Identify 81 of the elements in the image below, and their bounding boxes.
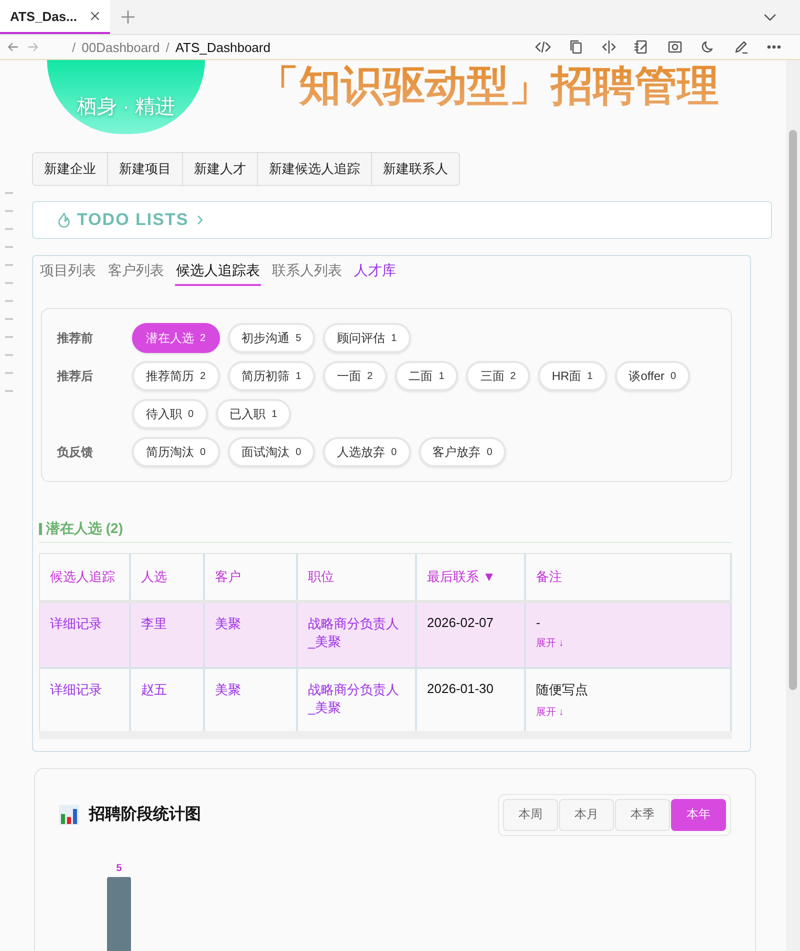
stage-chip[interactable]: 客户放弃 0 bbox=[418, 437, 506, 467]
view-tab[interactable]: 项目列表 bbox=[39, 260, 97, 286]
stage-chip[interactable]: 已入职 1 bbox=[216, 399, 292, 429]
table-cell: 战略商分负责人_美聚 bbox=[308, 682, 399, 714]
outline-mark[interactable] bbox=[5, 390, 13, 392]
table-cell: 2026-01-30 bbox=[427, 680, 494, 696]
group-label: 负反馈 bbox=[57, 444, 94, 461]
chart-title: 招聘阶段统计图 bbox=[89, 804, 201, 825]
code-icon[interactable] bbox=[535, 39, 551, 55]
view-tab[interactable]: 联系人列表 bbox=[271, 260, 343, 286]
outline-mark[interactable] bbox=[5, 210, 13, 212]
pencil-icon[interactable] bbox=[733, 39, 749, 55]
detail-link[interactable]: 详细记录 bbox=[50, 682, 102, 696]
value-label: 5 bbox=[116, 862, 122, 874]
group-label: 推荐后 bbox=[57, 368, 94, 385]
stage-chip[interactable]: 简历初筛 1 bbox=[228, 361, 316, 391]
view-tab[interactable]: 客户列表 bbox=[107, 260, 165, 286]
breadcrumb-separator: / bbox=[166, 40, 170, 54]
outline-mark[interactable] bbox=[5, 192, 13, 194]
stage-chip[interactable]: 简历淘汰 0 bbox=[132, 437, 220, 467]
stage-chip[interactable]: 初步沟通 5 bbox=[228, 323, 316, 353]
breadcrumb-item[interactable]: 00Dashboard bbox=[82, 40, 160, 54]
outline-mark[interactable] bbox=[5, 246, 13, 248]
table-cell: 2026-02-07 bbox=[427, 615, 494, 630]
period-button[interactable]: 本月 bbox=[559, 798, 614, 830]
flame-icon bbox=[57, 212, 71, 228]
stage-chip[interactable]: 谈offer 0 bbox=[614, 361, 690, 391]
stage-chip[interactable]: 推荐简历 2 bbox=[132, 361, 220, 391]
outline-mark[interactable] bbox=[5, 318, 13, 320]
table-cell: 赵五 bbox=[141, 682, 167, 696]
stage-chip[interactable]: 潜在人选 2 bbox=[132, 323, 220, 353]
forward-icon[interactable] bbox=[26, 40, 40, 54]
accent-bar bbox=[39, 523, 42, 535]
view-tab[interactable]: 候选人追踪表 bbox=[175, 260, 261, 286]
section-title: 潜在人选 (2) bbox=[46, 520, 123, 538]
outline-mark[interactable] bbox=[5, 264, 13, 266]
expand-link[interactable]: 展开 ↓ bbox=[536, 636, 564, 650]
period-button[interactable]: 本周 bbox=[503, 798, 558, 830]
create-button[interactable]: 新建候选人追踪 bbox=[258, 153, 372, 185]
create-button[interactable]: 新建联系人 bbox=[372, 153, 459, 185]
breadcrumb-separator: / bbox=[72, 40, 76, 54]
breadcrumb-item[interactable]: ATS_Dashboard bbox=[175, 40, 270, 54]
stage-chip[interactable]: 三面 2 bbox=[466, 361, 530, 391]
view-link[interactable]: 人才库 bbox=[353, 260, 397, 286]
outline-mark[interactable] bbox=[5, 300, 13, 302]
detail-link[interactable]: 详细记录 bbox=[50, 616, 102, 631]
table-cell-text: 随便写点 bbox=[536, 680, 589, 698]
stage-chip[interactable]: 人选放弃 0 bbox=[323, 437, 411, 467]
stage-chip[interactable]: 二面 1 bbox=[394, 361, 458, 391]
stage-chip[interactable]: HR面 1 bbox=[538, 361, 607, 391]
scrollbar-thumb[interactable] bbox=[789, 130, 797, 690]
period-button[interactable]: 本季 bbox=[615, 798, 670, 830]
create-button[interactable]: 新建人才 bbox=[183, 153, 258, 185]
stage-chip[interactable]: 顾问评估 1 bbox=[323, 323, 411, 353]
outline-mark[interactable] bbox=[5, 282, 13, 284]
back-icon[interactable] bbox=[6, 40, 20, 54]
split-icon[interactable] bbox=[601, 39, 617, 55]
bar-chart-icon bbox=[59, 804, 79, 824]
create-button[interactable]: 新建项目 bbox=[108, 153, 183, 185]
period-button[interactable]: 本年 bbox=[671, 798, 726, 830]
table-cell: 战略商分负责人_美聚 bbox=[308, 616, 399, 649]
table-cell: 李里 bbox=[141, 616, 167, 631]
chevron-right-icon[interactable] bbox=[194, 213, 205, 227]
outline-mark[interactable] bbox=[5, 336, 13, 338]
browser-tab[interactable]: ATS_Das... bbox=[0, 0, 110, 34]
outline-mark[interactable] bbox=[5, 372, 13, 374]
stage-chip[interactable]: 一面 2 bbox=[323, 361, 387, 391]
table-cell-text: - bbox=[536, 615, 542, 630]
group-label: 推荐前 bbox=[57, 330, 94, 347]
copy-icon[interactable] bbox=[568, 39, 584, 55]
table-cell: 美聚 bbox=[215, 616, 241, 631]
table-cell: 美聚 bbox=[215, 682, 241, 696]
motto-badge: 栖身 · 精进 bbox=[47, 60, 205, 134]
close-icon[interactable] bbox=[88, 9, 102, 23]
stage-chip[interactable]: 面试淘汰 0 bbox=[228, 437, 316, 467]
stage-chip[interactable]: 待入职 0 bbox=[132, 399, 208, 429]
outline-mark[interactable] bbox=[5, 354, 13, 356]
create-button[interactable]: 新建企业 bbox=[33, 153, 108, 185]
plus-icon[interactable] bbox=[120, 9, 136, 25]
outline-mark[interactable] bbox=[5, 228, 13, 230]
expand-link[interactable]: 展开 ↓ bbox=[536, 704, 564, 718]
